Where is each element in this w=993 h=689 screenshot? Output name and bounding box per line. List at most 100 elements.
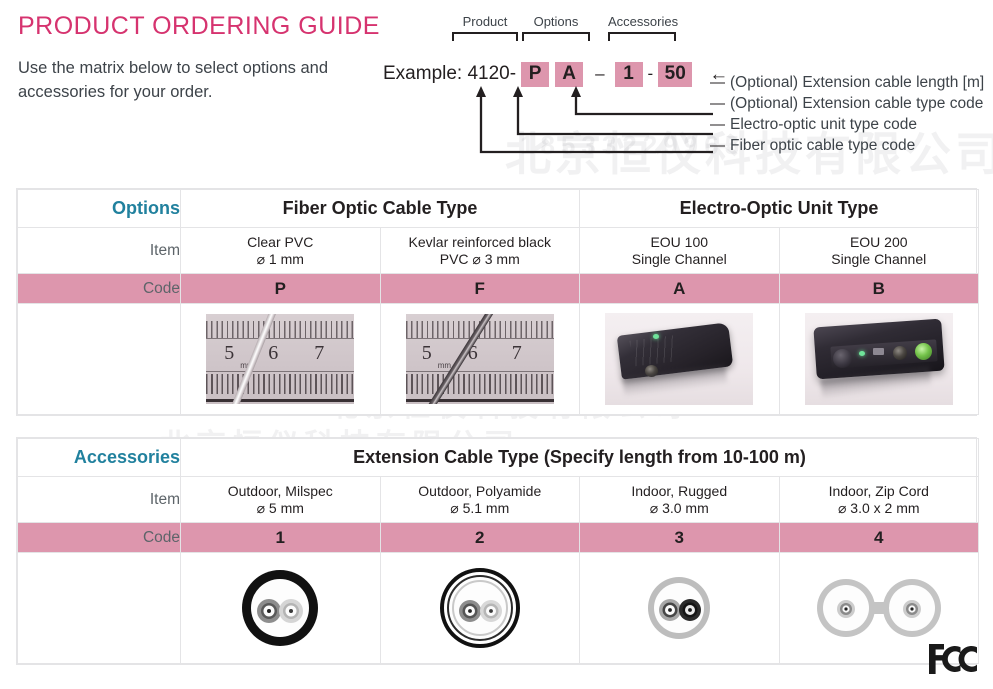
- bracket-line: [522, 32, 590, 41]
- item-line: Kevlar reinforced black: [408, 233, 551, 250]
- empty-cell: [17, 303, 181, 415]
- item-line: Outdoor, Polyamide: [418, 482, 542, 499]
- cable-xsection-milspec: [242, 570, 319, 646]
- bracket-line: [608, 32, 676, 41]
- ruler-ticks-bottom: [405, 374, 554, 394]
- item-line: Clear PVC: [247, 233, 314, 250]
- table-row-item: Item Outdoor, Milspec ⌀ 5 mm Outdoor, Po…: [17, 476, 980, 523]
- annotation-item: — (Optional) Extension cable type code: [710, 93, 984, 114]
- code-cell-P: P: [180, 273, 381, 304]
- bracket-group-product: Product: [452, 14, 518, 41]
- ruler-edge: [206, 399, 355, 402]
- item-cell: Kevlar reinforced black PVC ⌀ 3 mm: [379, 227, 580, 274]
- row-label-item: Item: [17, 227, 181, 274]
- item-line: ⌀ 1 mm: [256, 250, 304, 267]
- annotation-item: — (Optional) Extension cable length [m]: [710, 72, 984, 93]
- options-matrix-table: Options Fiber Optic Cable Type Electro-O…: [16, 188, 979, 416]
- image-cell: [579, 552, 780, 664]
- annotation-label: Fiber optic cable type code: [730, 137, 916, 154]
- bracket-group-options: Options: [522, 14, 590, 41]
- image-cell: [778, 303, 979, 415]
- eou-100-photo: [605, 313, 754, 405]
- example-label: Example: 4120-: [383, 63, 517, 84]
- code-box-eou: A: [555, 61, 584, 87]
- ruler-line: [206, 338, 355, 339]
- bracket-label: Product: [462, 14, 508, 29]
- item-cell: Indoor, Rugged ⌀ 3.0 mm: [579, 476, 780, 523]
- item-cell: Indoor, Zip Cord ⌀ 3.0 x 2 mm: [778, 476, 980, 523]
- section-name-options: Options: [17, 189, 181, 228]
- ruler-number: 6: [268, 342, 279, 364]
- bracket-label: Accessories: [608, 14, 679, 29]
- row-label-code: Code: [17, 522, 181, 553]
- eou-200-photo: [804, 313, 953, 405]
- code-cell-4: 4: [778, 522, 980, 553]
- item-line: Indoor, Zip Cord: [828, 482, 929, 499]
- group-title-fiber-optic-cable-type: Fiber Optic Cable Type: [180, 189, 580, 228]
- section-name-accessories: Accessories: [17, 438, 181, 477]
- item-line: ⌀ 3.0 x 2 mm: [837, 499, 920, 516]
- item-line: Single Channel: [831, 250, 927, 267]
- annotation-item: — Electro-optic unit type code: [710, 114, 984, 135]
- annotation-dash: —: [710, 137, 725, 154]
- example-code-diagram: Product Options Accessories Example: 412…: [383, 14, 984, 164]
- group-title-extension-cable-type: Extension Cable Type (Specify length fro…: [179, 438, 980, 477]
- item-cell: Clear PVC ⌀ 1 mm: [180, 227, 381, 274]
- bracket-label: Options: [533, 14, 579, 29]
- table-row: Accessories Extension Cable Type (Specif…: [17, 438, 980, 477]
- item-line: PVC ⌀ 3 mm: [439, 250, 520, 267]
- accessories-matrix-table: Accessories Extension Cable Type (Specif…: [16, 437, 980, 665]
- table-row-images: [17, 552, 980, 664]
- page-subtitle: Use the matrix below to select options a…: [18, 59, 328, 101]
- cable-xsection-rugged: [648, 577, 711, 639]
- bracket-group-accessories: Accessories: [608, 14, 679, 41]
- table-row-item: Item Clear PVC ⌀ 1 mm Kevlar reinforced …: [17, 227, 979, 274]
- row-label-code: Code: [17, 273, 181, 304]
- leader-lines: [476, 86, 713, 154]
- ruler-clear-cable-photo: 5 6 7 mm: [206, 314, 355, 404]
- annotation-label: (Optional) Extension cable length [m]: [730, 74, 985, 91]
- annotation-label: Electro-optic unit type code: [730, 116, 917, 133]
- connector-jack: [892, 346, 907, 360]
- ruler-ticks-top: [206, 321, 355, 338]
- table-row-images: 5 6 7 mm: [17, 303, 979, 415]
- code-cell-3: 3: [579, 522, 780, 553]
- item-line: Outdoor, Milspec: [227, 482, 333, 499]
- annotation-list: — (Optional) Extension cable length [m] …: [710, 72, 984, 156]
- item-line: EOU 100: [650, 233, 709, 250]
- annotation-label: (Optional) Extension cable type code: [730, 95, 984, 112]
- item-cell: EOU 200 Single Channel: [778, 227, 979, 274]
- ruler-line: [405, 338, 554, 339]
- item-cell: EOU 100 Single Channel: [579, 227, 780, 274]
- code-box-ext-type: 1: [614, 61, 643, 87]
- fcc-logo: [927, 640, 979, 683]
- rotary-knob: [832, 349, 852, 368]
- fcc-mark-icon: [929, 644, 977, 674]
- code-cell-B: B: [778, 273, 979, 304]
- cable-xsection-polyamide: [439, 568, 520, 648]
- product-ordering-guide-page: 北京恒仪科技有限公司 18533229965 18533229965 北京恒仪科…: [0, 0, 993, 689]
- item-line: ⌀ 3.0 mm: [649, 499, 709, 516]
- separator-dash: –: [595, 64, 605, 83]
- optical-connector-jack: [914, 343, 932, 360]
- bracket-line: [452, 32, 518, 41]
- item-line: Indoor, Rugged: [631, 482, 728, 499]
- annotation-dash: —: [710, 116, 725, 133]
- ruler-number: 7: [314, 342, 325, 364]
- ruler-edge: [405, 399, 554, 402]
- annotation-dash: —: [710, 95, 725, 112]
- item-line: Single Channel: [631, 250, 727, 267]
- empty-cell: [17, 552, 181, 664]
- image-cell: [180, 552, 381, 664]
- ruler-number: 7: [511, 342, 522, 364]
- code-box-fiber: P: [521, 61, 550, 87]
- table-row-code: Code P F A B: [17, 273, 979, 304]
- code-cell-A: A: [579, 273, 780, 304]
- ruler-line: [206, 371, 355, 372]
- ruler-black-cable-photo: 5 6 7 mm: [405, 314, 554, 404]
- ruler-ticks-bottom: [206, 374, 355, 394]
- cable-xsection-zipcord: [816, 579, 941, 637]
- ruler-number: 5: [421, 342, 432, 364]
- table-row-code: Code 1 2 3 4: [17, 522, 980, 553]
- item-line: EOU 200: [849, 233, 908, 250]
